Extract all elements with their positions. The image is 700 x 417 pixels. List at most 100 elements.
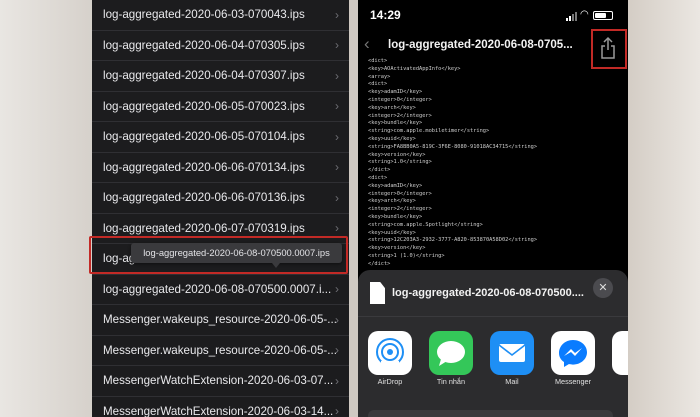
xml-line: <string>com.apple.mobiletimer</string>: [368, 128, 490, 135]
share-file-name: log-aggregated-2020-06-08-070500....: [392, 287, 584, 299]
share-button[interactable]: [599, 36, 617, 60]
xml-line: <key>version</key>: [368, 151, 426, 158]
chevron-right-icon: ›: [335, 160, 339, 175]
mail-icon: [498, 344, 526, 362]
xml-line: <dict>: [368, 175, 388, 181]
file-row[interactable]: log-aggregated-2020-06-03-070043.ips ›: [92, 0, 349, 31]
xml-line: <key>AOActivatedAppInfo</key>: [368, 65, 461, 72]
file-title: log-aggregated-2020-06-08-0705...: [388, 39, 573, 51]
file-name: log-aggregated-2020-06-04-070305.ips: [103, 38, 305, 52]
file-row[interactable]: log-aggregated-2020-06-08-070500.0007.i.…: [92, 275, 349, 305]
file-row[interactable]: log-aggregated-2020-06-06-070136.ips ›: [92, 183, 349, 214]
chevron-right-icon: ›: [335, 282, 339, 297]
chevron-right-icon: ›: [335, 404, 339, 417]
messages-icon: [437, 341, 465, 366]
xml-line: <key>bundle</key>: [368, 214, 423, 220]
file-row[interactable]: log-aggregated-2020-06-04-070307.ips ›: [92, 61, 349, 92]
file-name: MessengerWatchExtension-2020-06-03-07...: [103, 374, 334, 388]
xml-line: <key>arch</key>: [368, 198, 416, 205]
file-name: log-aggregated-2020-06-05-070104.ips: [103, 130, 305, 144]
background-left: [0, 0, 92, 417]
xml-content: <dict> <key>AOActivatedAppInfo</key> <ar…: [358, 58, 628, 270]
file-name: Messenger.wakeups_resource-2020-06-05-..…: [103, 343, 337, 357]
xml-line: <integer>0</integer>: [368, 97, 432, 103]
xml-line: <key>adamID</key>: [368, 182, 423, 189]
chevron-right-icon: ›: [335, 38, 339, 53]
xml-line: <dict>: [368, 81, 388, 88]
status-bar: 14:29 ◠: [358, 0, 628, 30]
file-name: log-aggregated-2020-06-06-070134.ips: [103, 160, 305, 174]
xml-line: <string>1.0</string>: [368, 159, 432, 166]
chevron-right-icon: ›: [335, 190, 339, 205]
xml-line: <string>com.apple.Spotlight</string>: [368, 221, 483, 228]
xml-line: <key>bundle</key>: [368, 120, 423, 127]
chevron-right-icon: ›: [335, 99, 339, 114]
share-sheet: log-aggregated-2020-06-08-070500.... ✕ A…: [358, 270, 628, 417]
chevron-right-icon: ›: [335, 221, 339, 236]
nav-bar: ‹ log-aggregated-2020-06-08-0705...: [358, 30, 628, 60]
file-row[interactable]: log-aggregated-2020-06-04-070305.ips ›: [92, 31, 349, 61]
chevron-right-icon: ›: [335, 129, 339, 144]
share-target-mail[interactable]: [490, 331, 534, 375]
xml-line: <string>1 (1.0)</string>: [368, 253, 445, 259]
xml-line: <key>version</key>: [368, 245, 426, 252]
chevron-right-icon: ›: [335, 312, 339, 327]
share-target-next[interactable]: [612, 331, 628, 375]
file-name: Messenger.wakeups_resource-2020-06-05-..…: [103, 313, 337, 327]
xml-line: <array>: [368, 73, 391, 80]
share-target-messenger[interactable]: [551, 331, 595, 375]
file-row[interactable]: log-aggregated-2020-06-06-070134.ips ›: [92, 153, 349, 183]
chevron-right-icon: ›: [335, 7, 339, 22]
background-right: [628, 0, 700, 417]
messages-label: Tin nhắn: [436, 377, 466, 386]
file-name: log-aggregated-2020-06-05-070023.ips: [103, 99, 305, 113]
share-icon: [601, 36, 615, 59]
close-button[interactable]: ✕: [593, 278, 613, 298]
status-time: 14:29: [370, 8, 401, 22]
airdrop-label: AirDrop: [377, 377, 403, 386]
xml-line: <key>uuid</key>: [368, 229, 416, 236]
chevron-right-icon: ›: [335, 343, 339, 358]
file-row[interactable]: MessengerWatchExtension-2020-06-03-14...…: [92, 397, 349, 417]
more-actions-bar[interactable]: [368, 410, 613, 417]
file-name: log-aggregated-2020-06-06-070136.ips: [103, 191, 305, 205]
document-icon: [370, 282, 385, 304]
chevron-right-icon: ›: [335, 68, 339, 83]
filename-tooltip: log-aggregated-2020-06-08-070500.0007.ip…: [131, 243, 342, 263]
share-target-airdrop[interactable]: [368, 331, 412, 375]
file-viewer-screen: 14:29 ◠ ‹ log-aggregated-2020-06-08-0705…: [358, 0, 628, 417]
mail-label: Mail: [505, 377, 519, 386]
file-row[interactable]: log-aggregated-2020-06-05-070023.ips ›: [92, 92, 349, 122]
signal-icon: [566, 12, 577, 21]
share-target-messages[interactable]: [429, 331, 473, 375]
file-list-screen: log-aggregated-2020-06-03-070043.ips › lo…: [92, 0, 349, 417]
xml-line: <key>arch</key>: [368, 104, 416, 111]
xml-line: </dict>: [368, 260, 391, 267]
xml-line: <integer>2</integer>: [368, 206, 432, 213]
file-name: log-aggregated-2020-06-03-070043.ips: [103, 8, 305, 22]
file-row[interactable]: Messenger.wakeups_resource-2020-06-05-..…: [92, 305, 349, 336]
xml-line: <key>uuid</key>: [368, 136, 416, 142]
messenger-icon: [559, 340, 587, 367]
messenger-label: Messenger: [554, 377, 592, 386]
xml-line: <key>adamID</key>: [368, 89, 423, 96]
xml-line: <integer>2</integer>: [368, 112, 432, 119]
file-row[interactable]: Messenger.wakeups_resource-2020-06-05-..…: [92, 336, 349, 366]
file-row[interactable]: MessengerWatchExtension-2020-06-03-07...…: [92, 366, 349, 397]
back-chevron-icon[interactable]: ‹: [364, 34, 370, 54]
sheet-divider: [358, 316, 628, 317]
battery-icon: [593, 11, 613, 20]
file-name: log-aggregated-2020-06-04-070307.ips: [103, 69, 305, 83]
tooltip-arrow: [272, 263, 280, 268]
file-name: log-aggregated-2020-06-07-070319.ips: [103, 221, 305, 235]
file-name: log-aggregated-2020-06-08-070500.0007.i.…: [103, 282, 332, 296]
file-name: MessengerWatchExtension-2020-06-03-14...: [103, 404, 334, 417]
xml-line: <string>12C203A3-2932-3777-A820-853870A5…: [368, 237, 538, 244]
airdrop-icon: [376, 338, 404, 371]
background-gap: [349, 0, 358, 417]
xml-line: <dict>: [368, 58, 388, 64]
file-row[interactable]: log-aggregated-2020-06-05-070104.ips ›: [92, 122, 349, 153]
chevron-right-icon: ›: [335, 373, 339, 388]
xml-line: <string>FA8BB0A5-819C-3F6E-8080-91018AC3…: [368, 143, 538, 150]
wifi-icon: ◠: [580, 9, 589, 20]
